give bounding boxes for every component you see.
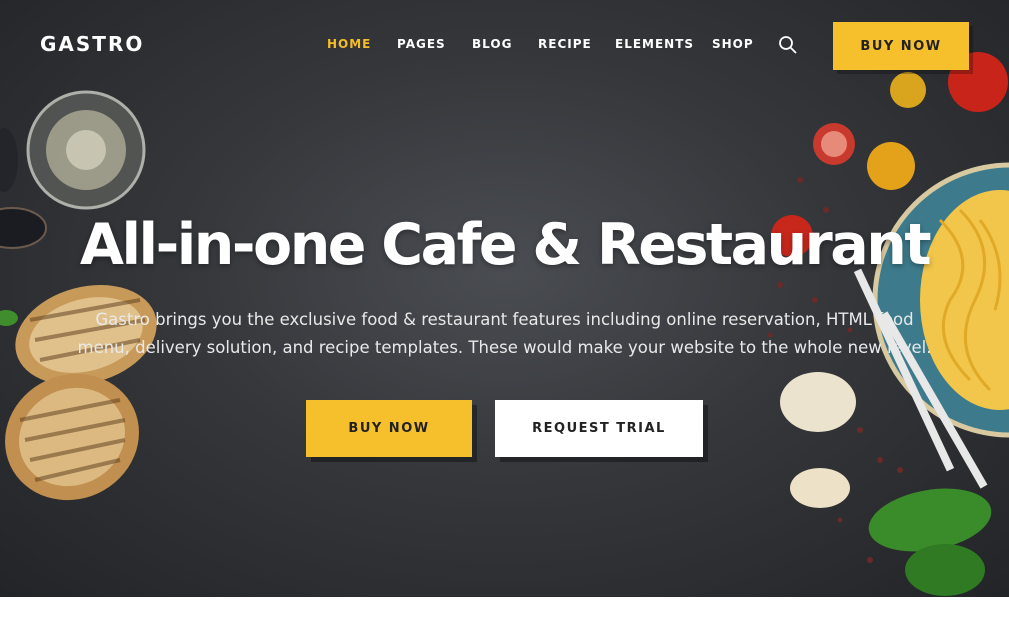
nav-item-blog[interactable]: BLOG: [472, 37, 512, 51]
basil-leaf-decoration: [0, 310, 18, 326]
nav-item-shop[interactable]: SHOP: [712, 37, 754, 51]
hero-subtext-line-2: menu, delivery solution, and recipe temp…: [77, 338, 932, 357]
header-buy-now-button[interactable]: BUY NOW: [833, 22, 969, 70]
basil-leaves-decoration: [868, 488, 992, 596]
nav-item-recipe[interactable]: RECIPE: [538, 37, 592, 51]
nav-item-home[interactable]: HOME: [327, 37, 371, 51]
search-icon[interactable]: [778, 35, 798, 55]
hero-subtext-line-1: Gastro brings you the exclusive food & r…: [95, 310, 914, 329]
request-trial-button[interactable]: REQUEST TRIAL: [495, 400, 703, 457]
hero-headline: All-in-one Cafe & Restaurant: [79, 212, 932, 278]
hero-section: GASTRO HOME PAGES BLOG RECIPE ELEMENTS S…: [0, 0, 1009, 597]
wine-glass-decoration: [26, 90, 146, 210]
hero-subtext: Gastro brings you the exclusive food & r…: [40, 306, 969, 362]
nav-item-pages[interactable]: PAGES: [397, 37, 446, 51]
buy-now-button[interactable]: BUY NOW: [306, 400, 472, 457]
hero-background-image: [0, 52, 1009, 596]
garlic-decoration: [780, 372, 856, 508]
nav-item-elements[interactable]: ELEMENTS: [615, 37, 694, 51]
